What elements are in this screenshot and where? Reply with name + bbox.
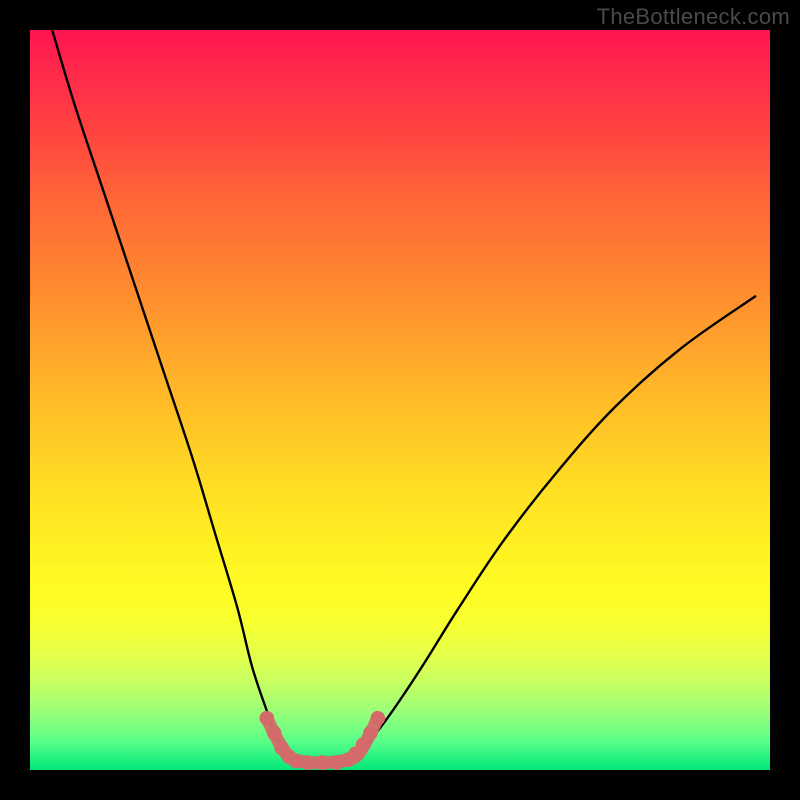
highlight-dot [267,726,282,741]
watermark-text: TheBottleneck.com [597,4,790,30]
highlight-dot [300,755,315,770]
highlight-dot [315,755,330,770]
series-right-branch [356,296,756,759]
plot-area [30,30,770,770]
highlight-dot [370,711,385,726]
highlight-dot [259,711,274,726]
highlight-dot [363,726,378,741]
series-left-branch [52,30,289,759]
curve-layer [30,30,770,770]
